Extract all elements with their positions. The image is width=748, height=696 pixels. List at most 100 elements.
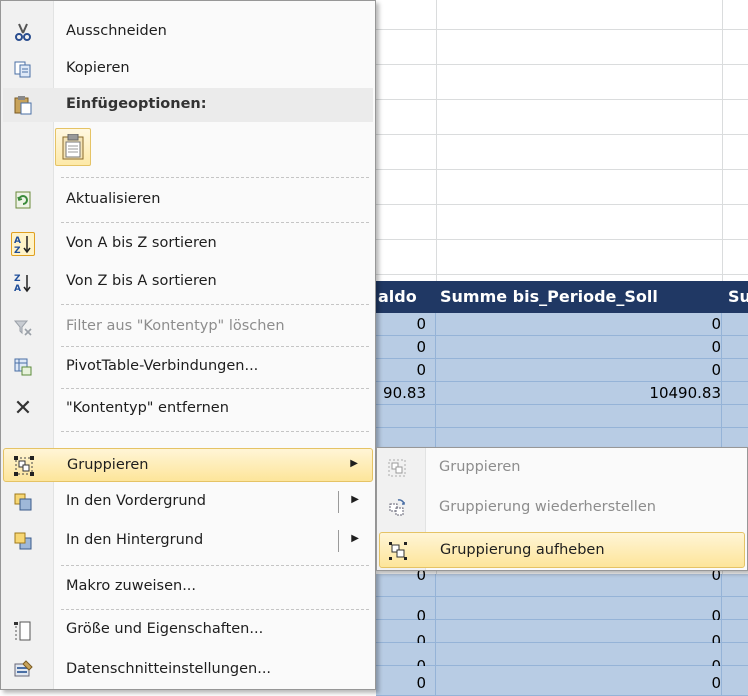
submenu-item-group[interactable]: Gruppieren bbox=[379, 450, 745, 486]
menu-item-label: "Kontentyp" entfernen bbox=[66, 400, 229, 416]
grid-row-line bbox=[376, 99, 748, 100]
pivot-cell[interactable]: 90.83 bbox=[383, 384, 426, 402]
svg-text:A: A bbox=[14, 236, 21, 246]
menu-header-label: Einfügeoptionen: bbox=[66, 96, 207, 112]
pivot-row[interactable]: 90.83 10490.83 bbox=[376, 382, 748, 405]
menu-separator bbox=[61, 388, 369, 389]
pivot-header-col3[interactable]: Su bbox=[728, 287, 748, 306]
pivot-row[interactable] bbox=[376, 405, 748, 428]
svg-text:A: A bbox=[14, 284, 21, 294]
bring-front-icon bbox=[13, 492, 33, 512]
menu-item-send-back[interactable]: In den Hintergrund ▶ bbox=[3, 524, 373, 558]
pivot-connections-icon bbox=[13, 357, 33, 377]
submenu-arrow-icon: ▶ bbox=[350, 458, 358, 469]
group-icon bbox=[14, 456, 34, 476]
grid-row-line bbox=[376, 29, 748, 30]
menu-item-refresh[interactable]: Aktualisieren bbox=[3, 183, 373, 217]
svg-text:Z: Z bbox=[14, 274, 21, 284]
sort-descending-icon: ZA bbox=[13, 272, 33, 294]
pivot-header-col2[interactable]: Summe bis_Periode_Soll bbox=[440, 287, 658, 306]
grid-row-line bbox=[376, 64, 748, 65]
menu-item-label: Von Z bis A sortieren bbox=[66, 273, 217, 289]
sort-ascending-icon: AZ bbox=[11, 232, 35, 256]
grid-row-line bbox=[376, 134, 748, 135]
grid-row-line bbox=[376, 239, 748, 240]
menu-item-label: In den Vordergrund bbox=[66, 493, 206, 509]
svg-text:Z: Z bbox=[14, 246, 21, 255]
refresh-icon bbox=[13, 190, 33, 210]
menu-item-group[interactable]: Gruppieren ▶ bbox=[3, 448, 373, 482]
submenu-item-regroup[interactable]: Gruppierung wiederherstellen bbox=[379, 490, 745, 526]
group-submenu: Gruppieren Gruppierung wiederherstellen … bbox=[376, 447, 748, 571]
menu-item-label: Ausschneiden bbox=[66, 23, 167, 39]
pivot-cell[interactable]: 0 bbox=[711, 338, 721, 356]
submenu-item-ungroup[interactable]: Gruppierung aufheben bbox=[379, 532, 745, 568]
grid-row-line bbox=[376, 274, 748, 275]
menu-item-size-properties[interactable]: Größe und Eigenschaften... bbox=[3, 613, 373, 647]
menu-separator bbox=[61, 222, 369, 223]
pivot-row[interactable]: 00 bbox=[376, 620, 748, 650]
menu-item-label: Größe und Eigenschaften... bbox=[66, 621, 264, 637]
grid-row-line bbox=[376, 204, 748, 205]
clear-filter-icon bbox=[13, 317, 33, 337]
pivot-row[interactable]: 00 bbox=[376, 313, 748, 336]
menu-separator bbox=[61, 304, 369, 305]
pivot-row[interactable]: 00 bbox=[376, 597, 748, 625]
menu-item-slicer-settings[interactable]: Datenschnitteinstellungen... bbox=[3, 653, 373, 687]
menu-separator bbox=[61, 177, 369, 178]
menu-item-pivot-connections[interactable]: PivotTable-Verbindungen... bbox=[3, 350, 373, 384]
menu-separator bbox=[61, 346, 369, 347]
split-divider bbox=[338, 530, 339, 552]
pivot-cell[interactable]: 0 bbox=[711, 674, 721, 692]
pivot-row[interactable]: 00 bbox=[376, 666, 748, 696]
size-properties-icon bbox=[13, 620, 33, 641]
menu-item-label: Gruppieren bbox=[67, 457, 149, 473]
menu-item-label: Aktualisieren bbox=[66, 191, 161, 207]
menu-item-label: Von A bis Z sortieren bbox=[66, 235, 217, 251]
copy-icon bbox=[13, 59, 33, 79]
menu-item-label: Datenschnitteinstellungen... bbox=[66, 661, 272, 677]
menu-item-sort-za[interactable]: ZA Von Z bis A sortieren bbox=[3, 265, 373, 299]
menu-item-label: PivotTable-Verbindungen... bbox=[66, 358, 259, 374]
ungroup-icon bbox=[388, 541, 408, 561]
remove-x-icon: ✕ bbox=[13, 396, 33, 421]
menu-item-label: Kopieren bbox=[66, 60, 130, 76]
menu-item-copy[interactable]: Kopieren bbox=[3, 52, 373, 86]
pivot-row[interactable]: 00 bbox=[376, 359, 748, 382]
submenu-item-label: Gruppieren bbox=[439, 459, 521, 475]
pivot-cell[interactable]: 0 bbox=[711, 315, 721, 333]
group-icon bbox=[387, 458, 407, 478]
menu-separator bbox=[61, 431, 369, 432]
pivot-cell[interactable]: 0 bbox=[416, 361, 426, 379]
menu-item-bring-front[interactable]: In den Vordergrund ▶ bbox=[3, 485, 373, 519]
submenu-arrow-icon[interactable]: ▶ bbox=[351, 533, 359, 544]
pivot-cell[interactable]: 0 bbox=[416, 338, 426, 356]
paste-clipboard-icon bbox=[62, 133, 84, 164]
menu-separator bbox=[61, 565, 369, 566]
paste-icon bbox=[13, 95, 33, 115]
paste-option-button[interactable] bbox=[55, 128, 91, 166]
menu-item-cut[interactable]: Ausschneiden bbox=[3, 15, 373, 49]
pivot-cell[interactable]: 0 bbox=[416, 674, 426, 692]
pivot-cell[interactable]: 10490.83 bbox=[649, 384, 721, 402]
menu-item-label: Filter aus "Kontentyp" löschen bbox=[66, 318, 285, 334]
menu-item-clear-filter[interactable]: Filter aus "Kontentyp" löschen bbox=[3, 310, 373, 344]
menu-header-paste-options: Einfügeoptionen: bbox=[3, 88, 373, 122]
pivot-row[interactable]: 00 bbox=[376, 566, 748, 597]
pivot-row[interactable]: 00 bbox=[376, 336, 748, 359]
submenu-item-label: Gruppierung wiederherstellen bbox=[439, 499, 656, 515]
submenu-item-label: Gruppierung aufheben bbox=[440, 542, 605, 558]
menu-item-sort-az[interactable]: AZ Von A bis Z sortieren bbox=[3, 227, 373, 261]
menu-item-remove-field[interactable]: ✕ "Kontentyp" entfernen bbox=[3, 392, 373, 426]
slicer-settings-icon bbox=[13, 660, 33, 680]
regroup-icon bbox=[387, 498, 407, 518]
pivot-row[interactable]: 00 bbox=[376, 643, 748, 675]
pivot-cell[interactable]: 0 bbox=[416, 315, 426, 333]
split-divider bbox=[338, 491, 339, 513]
submenu-arrow-icon[interactable]: ▶ bbox=[351, 494, 359, 505]
pivot-header-col1[interactable]: aldo bbox=[378, 287, 417, 306]
menu-item-assign-macro[interactable]: Makro zuweisen... bbox=[3, 570, 373, 604]
menu-item-label: Makro zuweisen... bbox=[66, 578, 197, 594]
context-menu: Ausschneiden Kopieren Einfügeoptionen: A… bbox=[0, 0, 376, 690]
pivot-cell[interactable]: 0 bbox=[711, 361, 721, 379]
